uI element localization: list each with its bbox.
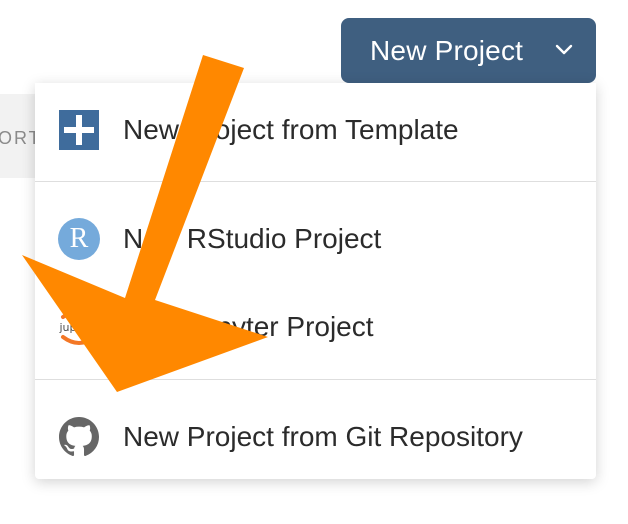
menu-item-new-project-from-template[interactable]: New Project from Template <box>35 100 596 160</box>
menu-item-label: New Project from Template <box>123 114 459 145</box>
template-plus-icon <box>57 108 101 152</box>
github-icon <box>57 415 101 459</box>
new-project-button-label: New Project <box>370 34 524 66</box>
menu-item-new-rstudio-project[interactable]: R New RStudio Project <box>35 209 596 269</box>
jupyter-logo-icon: jupyter <box>57 305 101 349</box>
r-logo-icon: R <box>57 217 101 261</box>
menu-item-label: New Jupyter Project <box>123 311 374 342</box>
menu-divider <box>35 379 596 380</box>
chevron-down-icon <box>555 44 573 55</box>
menu-item-label: New RStudio Project <box>123 223 382 254</box>
menu-item-label: New Project from Git Repository <box>123 421 523 452</box>
new-project-dropdown-menu: New Project from Template R New RStudio … <box>35 83 596 479</box>
svg-text:jupyter: jupyter <box>58 321 99 334</box>
menu-item-new-project-from-git-repository[interactable]: New Project from Git Repository <box>35 407 596 467</box>
page: ORT New Project New Project from Templat… <box>0 0 628 524</box>
new-project-button[interactable]: New Project <box>341 18 596 83</box>
menu-item-new-jupyter-project[interactable]: jupyter New Jupyter Project <box>35 297 596 357</box>
menu-divider <box>35 181 596 182</box>
